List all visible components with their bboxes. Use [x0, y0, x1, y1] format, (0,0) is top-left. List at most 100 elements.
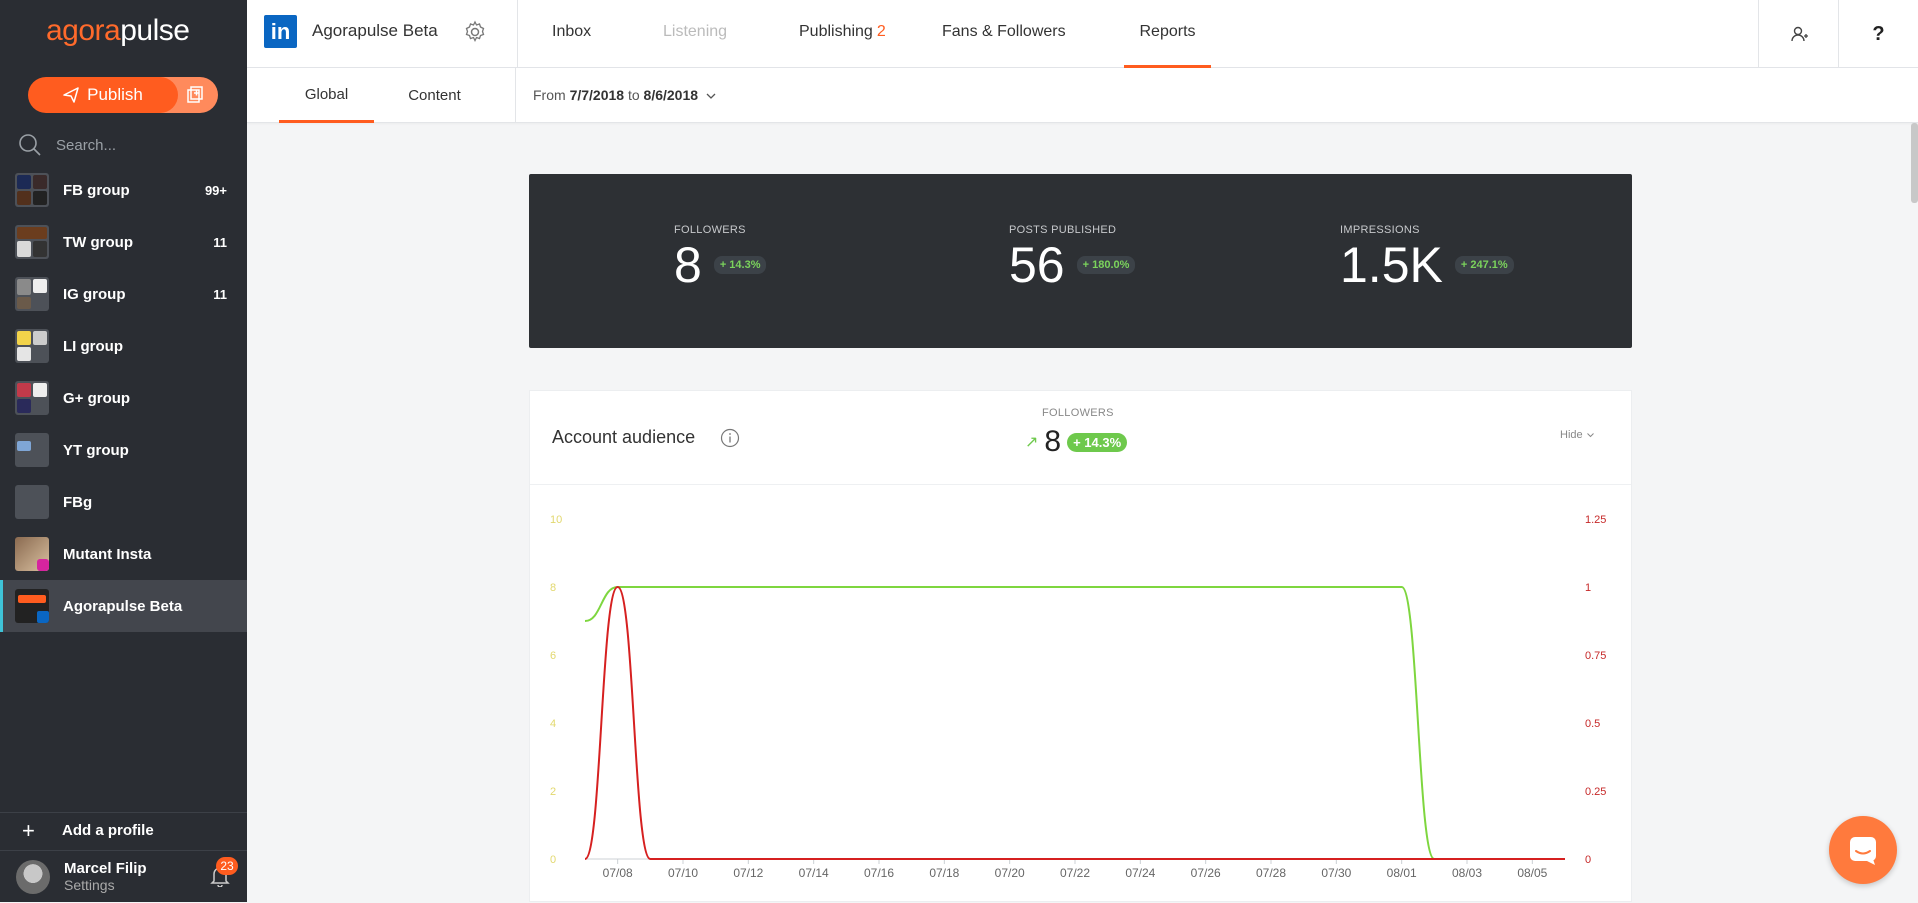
x-tick-label: 08/03 — [1452, 866, 1482, 880]
stat-label: FOLLOWERS — [674, 224, 746, 236]
hide-button[interactable]: Hide — [1560, 429, 1595, 441]
profile-yt-group[interactable]: YT group — [0, 424, 247, 476]
y-right-tick-label: 0.5 — [1585, 718, 1600, 730]
profile-thumbnail — [15, 173, 49, 207]
profile-mutant-insta[interactable]: Mutant Insta — [0, 528, 247, 580]
stat-label: POSTS PUBLISHED — [1009, 224, 1117, 236]
agorapulse-logo[interactable]: agorapulse — [46, 14, 190, 48]
range-to: 8/6/2018 — [643, 87, 699, 103]
x-tick-label: 07/22 — [1060, 866, 1090, 880]
nav-reports[interactable]: Reports — [1124, 0, 1211, 68]
card-title: Account audience — [552, 427, 696, 447]
settings-link[interactable]: Settings — [64, 877, 147, 894]
profile-name: YT group — [63, 441, 129, 459]
account-audience-card: Account audience FOLLOWERS ↗ 8 + 14.3% H… — [529, 390, 1632, 902]
profile-agorapulse-beta[interactable]: Agorapulse Beta — [0, 580, 247, 632]
nav-inbox[interactable]: Inbox — [552, 0, 591, 68]
y-right-tick-label: 1.25 — [1585, 514, 1606, 526]
unread-count: 11 — [213, 234, 227, 250]
stat-value: 8 — [674, 237, 702, 293]
info-icon[interactable] — [720, 428, 740, 448]
date-range-picker[interactable]: From 7/7/2018 to 8/6/2018 — [533, 87, 716, 103]
stat-delta: + 14.3% — [713, 256, 767, 274]
help-button[interactable]: ? — [1838, 0, 1918, 68]
profile-ig-group[interactable]: IG group 11 — [0, 268, 247, 320]
x-tick-label: 08/01 — [1387, 866, 1417, 880]
profile-thumbnail — [15, 277, 49, 311]
profile-gplus-group[interactable]: G+ group — [0, 372, 247, 424]
range-to-label: to — [627, 87, 640, 103]
chat-button[interactable] — [1829, 816, 1897, 884]
tab-global[interactable]: Global — [279, 68, 374, 123]
profile-thumbnail — [15, 485, 49, 519]
top-navigation: in Agorapulse Beta Inbox Listening Publi… — [247, 0, 1918, 68]
publish-label: Publish — [87, 85, 143, 104]
profile-tw-group[interactable]: TW group 11 — [0, 216, 247, 268]
y-right-tick-label: 0.75 — [1585, 650, 1606, 662]
nav-publishing[interactable]: Publishing 2 — [799, 0, 886, 68]
send-icon — [63, 87, 79, 103]
x-tick-label: 07/28 — [1256, 866, 1286, 880]
scrollbar[interactable] — [1911, 123, 1918, 203]
sidebar: agorapulse Publish FB group 99+ TW group… — [0, 0, 247, 902]
y-right-tick-label: 1 — [1585, 582, 1591, 594]
x-tick-label: 07/20 — [995, 866, 1025, 880]
add-user-button[interactable] — [1758, 0, 1838, 68]
tab-content[interactable]: Content — [387, 68, 482, 123]
profile-fb-group[interactable]: FB group 99+ — [0, 164, 247, 216]
add-profile-button[interactable]: + Add a profile — [0, 812, 247, 848]
x-tick-label: 07/26 — [1191, 866, 1221, 880]
profile-fbg[interactable]: FBg — [0, 476, 247, 528]
x-tick-label: 07/18 — [929, 866, 959, 880]
help-icon: ? — [1872, 22, 1885, 45]
y-left-tick-label: 10 — [550, 514, 562, 526]
stat-label: IMPRESSIONS — [1340, 224, 1420, 236]
profile-list: FB group 99+ TW group 11 IG group 11 LI … — [0, 164, 247, 632]
stat-impressions: IMPRESSIONS 1.5K + 247.1% — [1340, 224, 1514, 292]
chevron-down-icon — [706, 93, 716, 99]
profile-name: Mutant Insta — [63, 545, 152, 563]
y-right-tick-label: 0 — [1585, 854, 1591, 866]
profile-name: TW group — [63, 233, 133, 251]
publish-button[interactable]: Publish — [28, 77, 178, 113]
y-left-tick-label: 6 — [550, 650, 556, 662]
profile-thumbnail — [15, 329, 49, 363]
profile-li-group[interactable]: LI group — [0, 320, 247, 372]
profile-name: Agorapulse Beta — [63, 597, 183, 615]
y-left-tick-label: 8 — [550, 582, 556, 594]
chat-icon — [1850, 837, 1876, 865]
notification-badge: 23 — [216, 857, 238, 875]
stats-summary: FOLLOWERS 8 + 14.3% POSTS PUBLISHED 56 + 1… — [529, 174, 1632, 348]
series-line-0 — [584, 586, 1566, 860]
x-tick-label: 08/05 — [1517, 866, 1547, 880]
nav-publishing-label: Publishing — [799, 23, 873, 40]
add-profile-label: Add a profile — [62, 822, 154, 839]
x-tick-label: 07/12 — [733, 866, 763, 880]
user-settings[interactable]: Marcel Filip Settings 23 — [0, 850, 247, 902]
profile-thumbnail — [15, 537, 49, 571]
audience-chart: 0 2 4 6 8 10 0 0.25 0.5 0.75 1 1.25 07/08 07/10 07/12 0… — [550, 514, 1606, 880]
y-left-tick-label: 4 — [550, 718, 556, 730]
kpi-value: 8 — [1044, 425, 1062, 458]
stat-value: 56 — [1009, 237, 1065, 293]
nav-fans-followers[interactable]: Fans & Followers — [942, 0, 1066, 68]
kpi-followers: ↗ 8 + 14.3% — [1025, 425, 1128, 459]
publishing-badge: 2 — [876, 23, 886, 40]
publish-group: Publish — [28, 77, 218, 113]
range-from-label: From — [533, 87, 566, 103]
kpi-label: FOLLOWERS — [1042, 407, 1114, 419]
subnav-divider — [515, 68, 516, 123]
profile-name: IG group — [63, 285, 126, 303]
search-icon — [19, 134, 41, 156]
add-user-icon — [1790, 26, 1808, 42]
search-input[interactable] — [54, 135, 224, 155]
hide-label: Hide — [1560, 429, 1583, 441]
linkedin-icon: in — [264, 15, 297, 48]
nav-listening[interactable]: Listening — [663, 0, 727, 68]
x-tick-label: 07/08 — [603, 866, 633, 880]
stat-delta: + 180.0% — [1076, 256, 1136, 274]
profile-name: FB group — [63, 181, 130, 199]
avatar — [16, 859, 50, 894]
user-name: Marcel Filip — [64, 859, 147, 877]
gear-icon[interactable] — [463, 20, 487, 44]
